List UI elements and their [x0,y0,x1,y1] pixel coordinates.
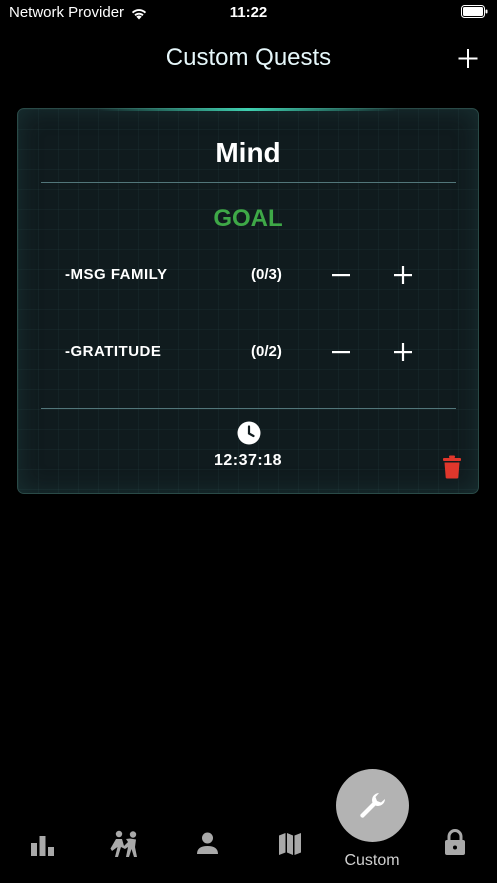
tab-sparring[interactable] [109,829,141,859]
task-name: -MSG FAMILY [65,266,168,283]
delete-quest-button[interactable] [442,455,462,479]
tab-map[interactable] [278,832,302,856]
tab-custom-label: Custom [344,852,400,869]
footer-divider [41,408,456,409]
task-progress: (0/3) [251,266,282,283]
task-row: -GRATITUDE (0/2) [18,337,478,367]
wrench-icon [360,793,385,818]
card-glow [98,108,398,111]
map-icon [279,833,301,855]
decrement-button[interactable] [326,337,356,367]
battery-icon [461,5,488,18]
tab-custom[interactable] [336,769,409,842]
page-title: Custom Quests [165,44,332,71]
increment-button[interactable] [388,337,418,367]
person-icon [197,832,218,854]
quest-timer: 12:37:18 [213,452,283,469]
decrement-button[interactable] [326,260,356,290]
bar-chart-icon [31,836,54,856]
status-bar: Network Provider 11:22 [0,0,497,26]
title-divider [41,182,456,183]
quest-card: Mind GOAL -MSG FAMILY (0/3) -GRATITUDE (… [17,108,479,494]
increment-button[interactable] [388,260,418,290]
goal-label: GOAL [213,205,283,232]
tab-bar [0,820,497,883]
lock-icon [445,829,465,855]
sparring-icon [110,830,137,857]
task-name: -GRATITUDE [65,343,162,360]
app-screen: Network Provider 11:22 Custom Quests Min… [0,0,497,883]
clock-icon [237,421,261,445]
status-time: 11:22 [229,4,268,21]
task-progress: (0/2) [251,343,282,360]
task-row: -MSG FAMILY (0/3) [18,260,478,290]
tab-locked[interactable] [444,829,466,856]
add-quest-button[interactable] [457,44,479,72]
tab-profile[interactable] [196,832,219,855]
tab-stats[interactable] [30,833,55,857]
quest-title: Mind [215,137,281,168]
